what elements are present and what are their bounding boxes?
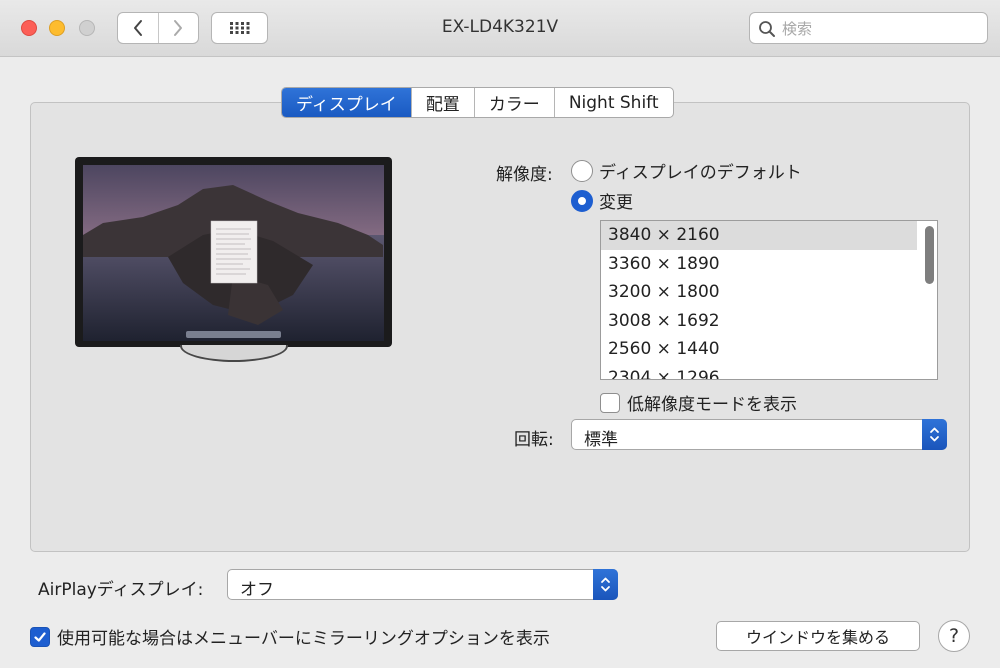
- low-resolution-label: 低解像度モードを表示: [627, 395, 797, 415]
- select-arrows-icon: [593, 569, 618, 600]
- help-button[interactable]: ?: [938, 620, 970, 652]
- airplay-label: AirPlayディスプレイ:: [38, 580, 204, 600]
- close-button[interactable]: [21, 20, 37, 36]
- search-field[interactable]: [749, 12, 988, 44]
- radio-button-on[interactable]: [571, 189, 593, 212]
- rotation-value: 標準: [584, 430, 618, 450]
- list-item[interactable]: 2560 × 1440: [601, 335, 917, 364]
- list-item[interactable]: 3840 × 2160: [601, 221, 917, 250]
- list-item[interactable]: 3008 × 1692: [601, 307, 917, 336]
- list-item[interactable]: 3200 × 1800: [601, 278, 917, 307]
- tab-color[interactable]: カラー: [473, 88, 554, 117]
- search-input[interactable]: [782, 18, 977, 39]
- tab-arrangement[interactable]: 配置: [410, 88, 474, 117]
- mirroring-checkbox[interactable]: [30, 626, 50, 647]
- low-resolution-option[interactable]: 低解像度モードを表示: [600, 390, 797, 415]
- title-bar: EX-LD4K321V: [0, 0, 1000, 57]
- list-item[interactable]: 3360 × 1890: [601, 250, 917, 279]
- gather-windows-button[interactable]: ウインドウを集める: [716, 621, 920, 651]
- grid-icon: [229, 22, 249, 34]
- radio-default-resolution[interactable]: ディスプレイのデフォルト: [571, 158, 802, 183]
- checkmark-icon: [34, 631, 46, 642]
- chevron-right-icon: [174, 20, 183, 36]
- chevron-left-icon: [133, 20, 142, 36]
- wallpaper-preview: [83, 165, 384, 341]
- radio-button-off[interactable]: [571, 159, 593, 182]
- radio-default-label: ディスプレイのデフォルト: [599, 163, 802, 183]
- rotation-label: 回転:: [514, 430, 554, 450]
- back-button[interactable]: [118, 13, 158, 43]
- resolution-list[interactable]: 3840 × 2160 3360 × 1890 3200 × 1800 3008…: [600, 220, 938, 380]
- tab-night-shift[interactable]: Night Shift: [553, 88, 673, 117]
- minimize-button[interactable]: [49, 20, 65, 36]
- list-scrollbar[interactable]: [925, 226, 934, 284]
- resolution-label: 解像度:: [496, 165, 553, 185]
- list-item[interactable]: 2304 × 1296: [601, 364, 917, 380]
- radio-scaled-resolution[interactable]: 変更: [571, 188, 633, 213]
- tab-bar: ディスプレイ 配置 カラー Night Shift: [281, 87, 674, 118]
- zoom-button[interactable]: [79, 20, 95, 36]
- low-resolution-checkbox[interactable]: [600, 392, 620, 413]
- show-all-button[interactable]: [211, 12, 268, 44]
- mirroring-label: 使用可能な場合はメニューバーにミラーリングオプションを表示: [57, 629, 550, 649]
- navigation-buttons: [117, 12, 199, 44]
- airplay-value: オフ: [240, 580, 274, 600]
- mirroring-option[interactable]: 使用可能な場合はメニューバーにミラーリングオプションを表示: [30, 624, 550, 649]
- radio-scaled-label: 変更: [599, 193, 633, 213]
- rotation-select[interactable]: 標準: [571, 419, 947, 450]
- monitor-image: [75, 157, 392, 347]
- search-icon: [759, 21, 775, 37]
- airplay-select[interactable]: オフ: [227, 569, 618, 600]
- window-title: EX-LD4K321V: [441, 17, 559, 37]
- forward-button[interactable]: [157, 13, 198, 43]
- tab-display[interactable]: ディスプレイ: [282, 88, 411, 117]
- select-arrows-icon: [922, 419, 947, 450]
